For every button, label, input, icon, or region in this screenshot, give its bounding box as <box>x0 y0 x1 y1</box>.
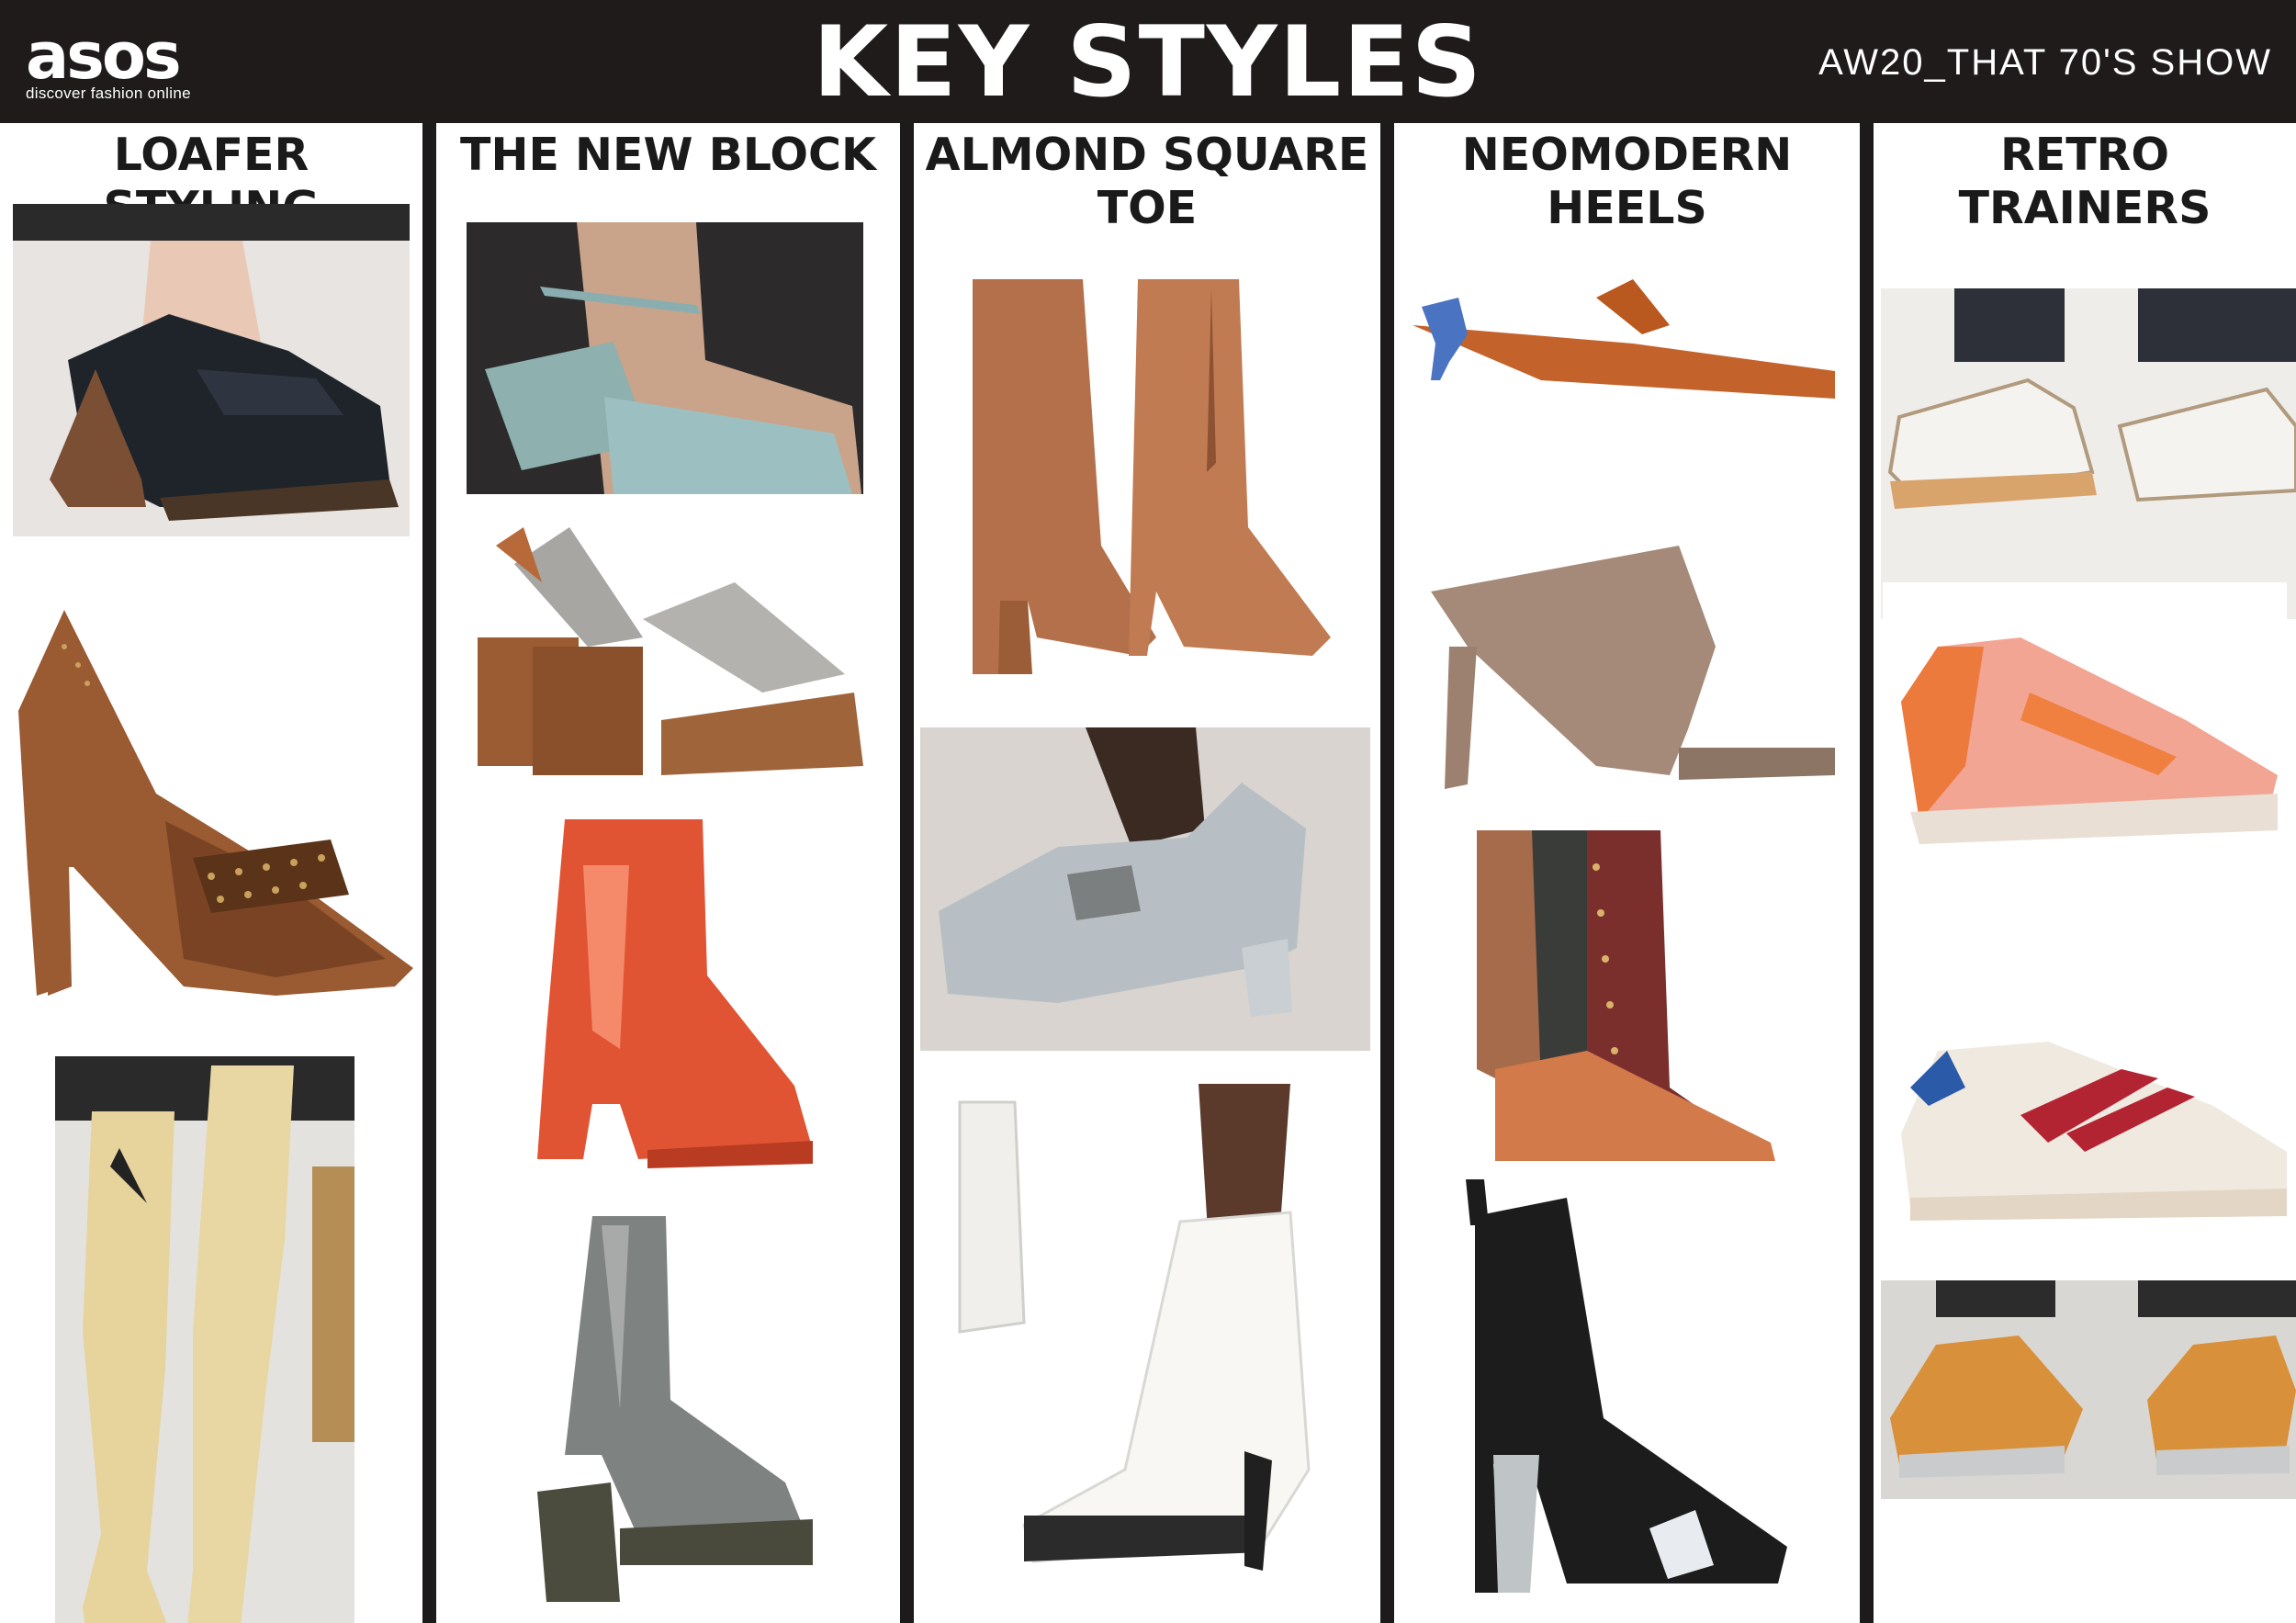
peach-retro-runner-photo <box>1883 582 2287 885</box>
tan-ankle-boots-photo <box>945 252 1349 803</box>
mule-loafer-photo <box>13 204 410 536</box>
column-the-new-block: THE NEW BLOCK <box>436 123 900 1623</box>
column-title-line: NEOMODERN <box>1461 129 1793 181</box>
black-mesh-chelsea-boot-photo <box>1438 1161 1824 1611</box>
platform-sandal-photo <box>459 509 872 784</box>
column-title: RETRO TRAINERS <box>1874 129 2296 235</box>
white-sock-boot-photo <box>941 1084 1351 1595</box>
grey-block-loafer-photo <box>920 727 1370 1051</box>
studded-loafer-pump-photo <box>0 564 422 1023</box>
thigh-high-boots-photo <box>55 1056 355 1623</box>
red-patent-boot-photo <box>510 810 827 1170</box>
grey-patent-boot-photo <box>510 1179 827 1611</box>
blue-block-sandal-photo <box>467 222 863 494</box>
column-neomodern-heels: NEOMODERN HEELS <box>1394 123 1860 1623</box>
column-title-line: TOE <box>1097 182 1198 234</box>
orange-runway-trainers-photo <box>1881 1280 2296 1499</box>
column-title: NEOMODERN HEELS <box>1394 129 1860 235</box>
white-red-trainer-photo <box>1883 977 2296 1253</box>
column-title-line: HEELS <box>1547 182 1707 234</box>
column-almond-square-toe: ALMOND SQUARE TOE <box>914 123 1380 1623</box>
header-bar: asos discover fashion online KEY STYLES … <box>0 0 2296 123</box>
column-title-line: THE NEW BLOCK <box>460 129 876 181</box>
column-title: ALMOND SQUARE TOE <box>914 129 1380 235</box>
column-title-line: ALMOND SQUARE <box>925 129 1369 181</box>
column-title: THE NEW BLOCK <box>436 129 900 182</box>
thong-kitten-heel-photo <box>1394 242 1860 454</box>
cream-runway-trainers-photo <box>1881 288 2296 619</box>
taupe-mule-photo <box>1412 509 1844 840</box>
column-title-line: RETRO TRAINERS <box>1958 129 2212 234</box>
column-retro-trainers: RETRO TRAINERS <box>1874 123 2296 1623</box>
season-label: AW20_THAT 70'S SHOW <box>1818 42 2272 83</box>
column-loafer-styling: LOAFER STYLING <box>0 123 422 1623</box>
